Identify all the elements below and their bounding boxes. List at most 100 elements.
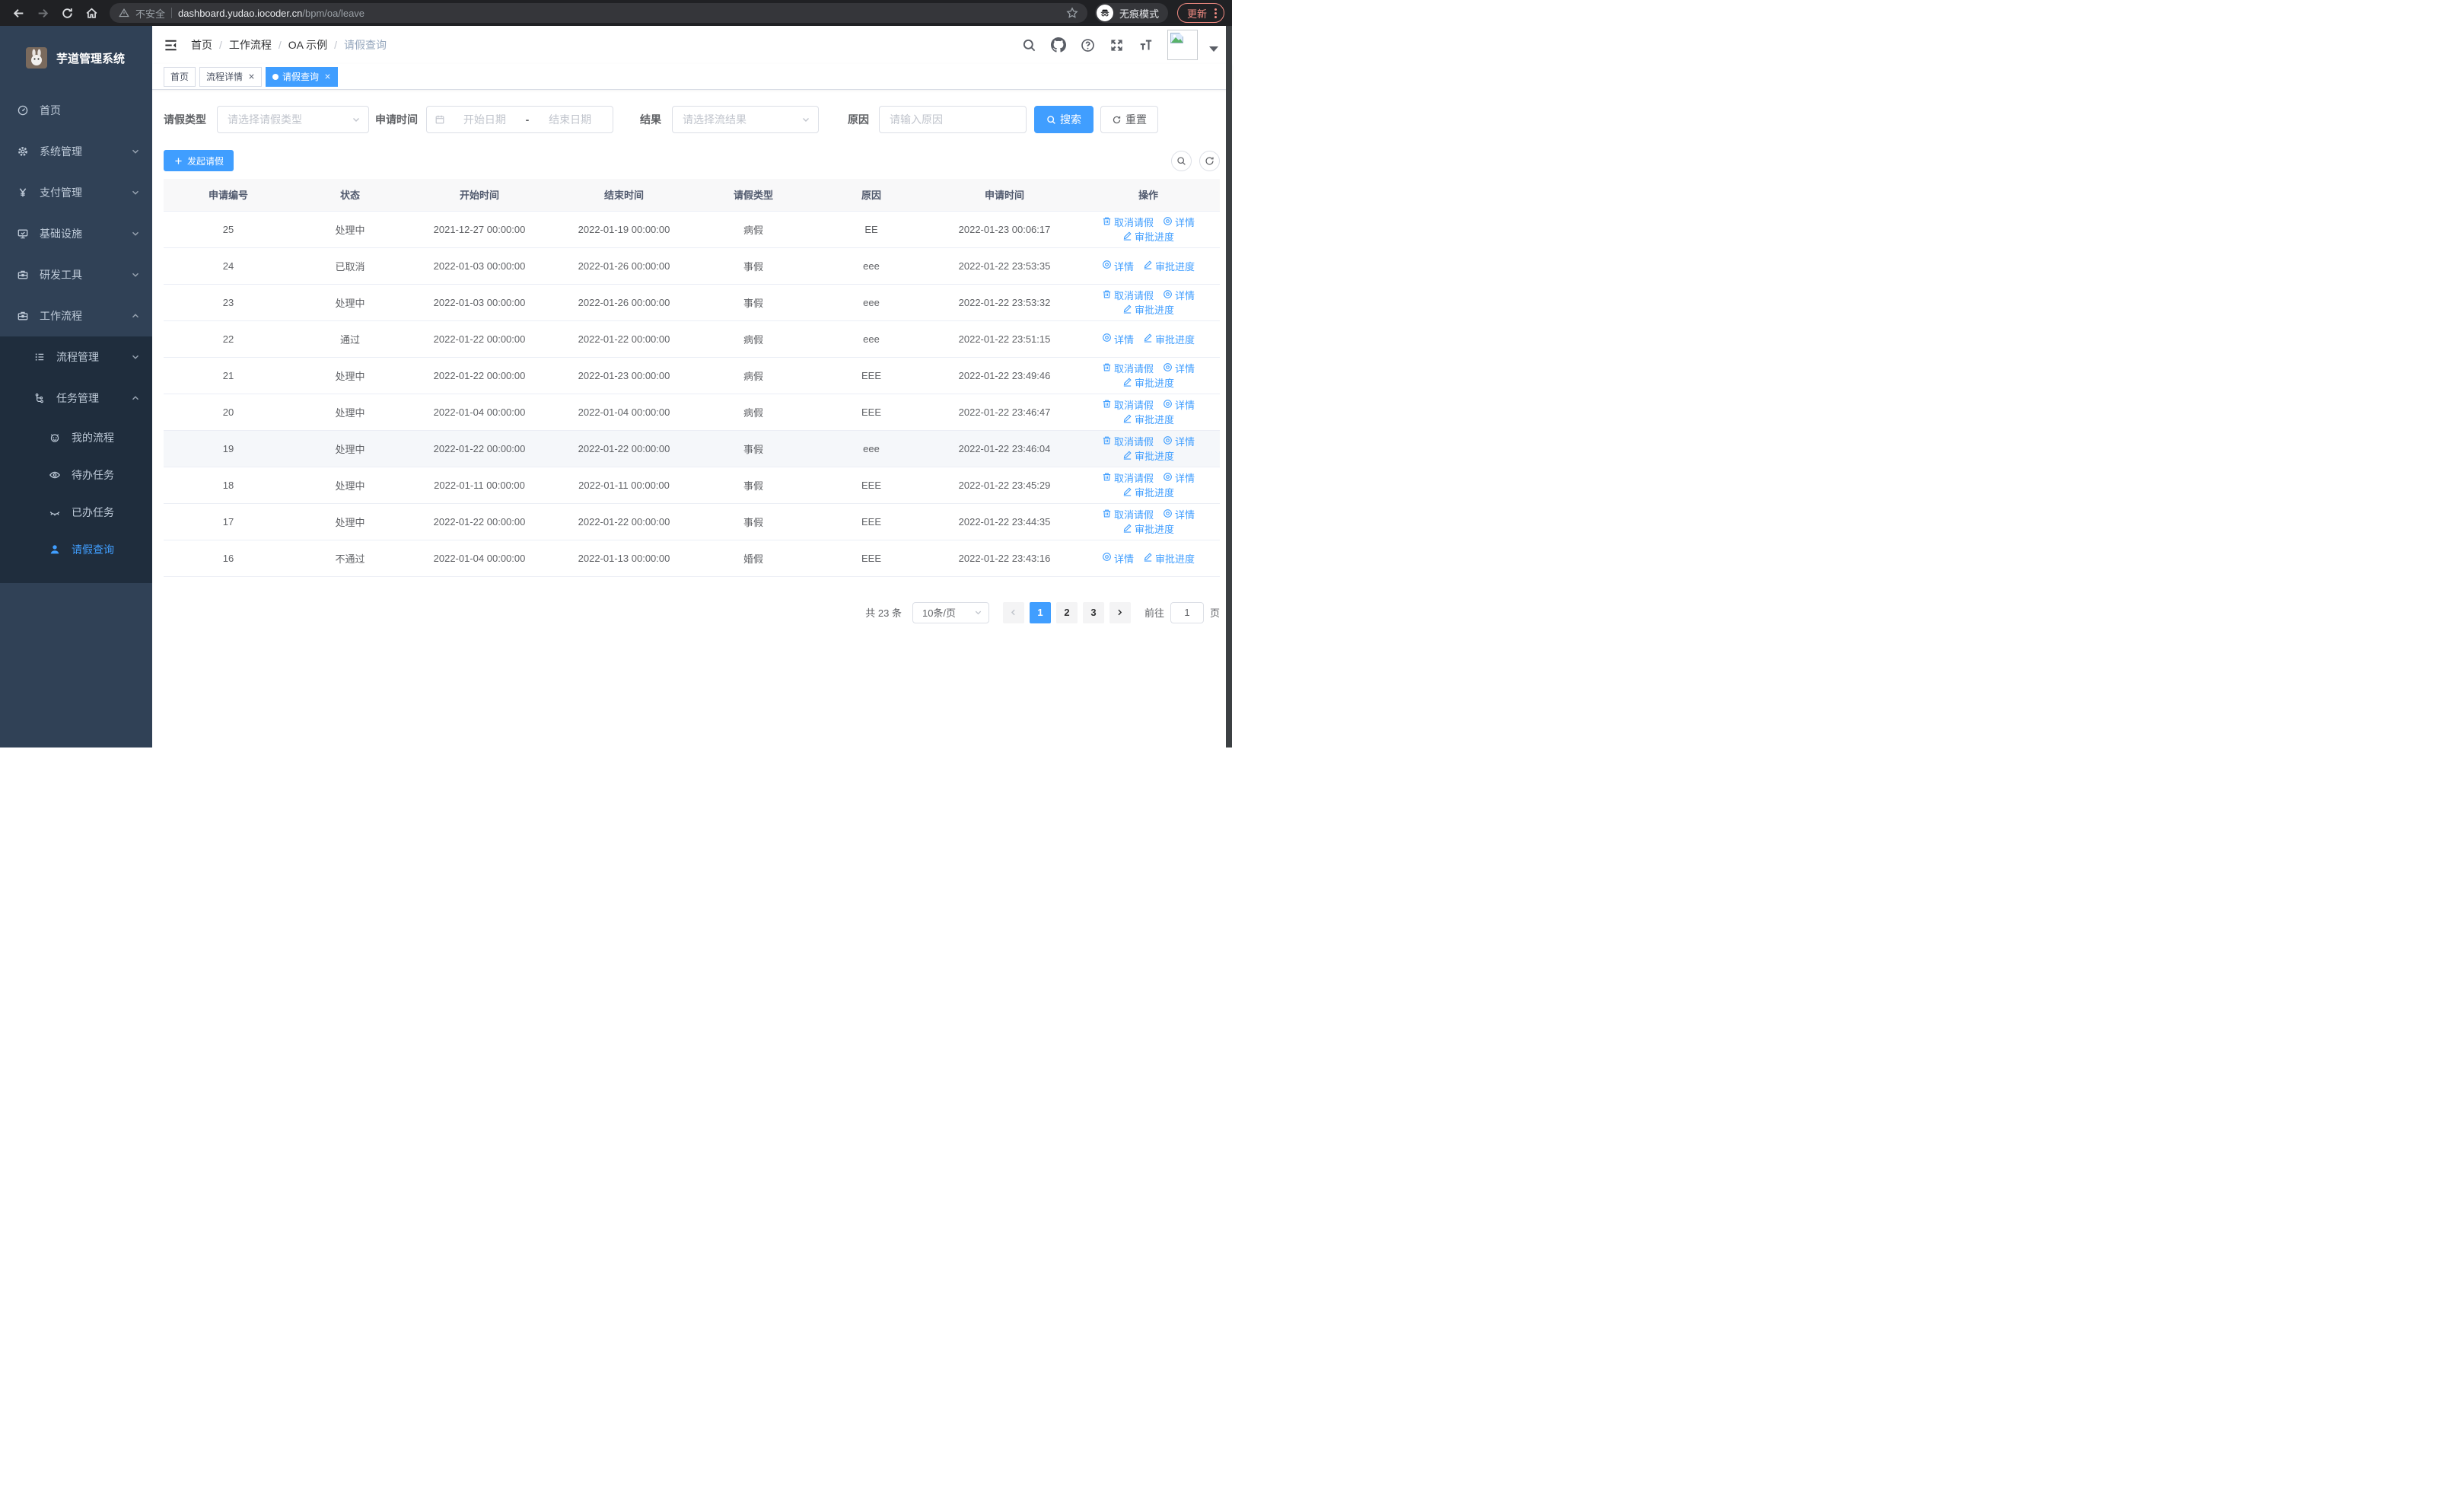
yen-icon (17, 186, 29, 199)
github-icon[interactable] (1051, 37, 1066, 53)
sidebar-item-请假查询[interactable]: 请假查询 (0, 531, 152, 568)
cancel-action-link[interactable]: 取消请假 (1102, 288, 1154, 302)
progress-action-link[interactable]: 审批进度 (1122, 485, 1174, 499)
not-secure-warning-icon[interactable] (119, 8, 129, 18)
sidebar-item-我的流程[interactable]: 我的流程 (0, 419, 152, 456)
browser-scrollbar[interactable] (1226, 26, 1232, 748)
cancel-action-link[interactable]: 取消请假 (1102, 361, 1154, 375)
app-logo-row[interactable]: 芋道管理系统 (0, 26, 152, 90)
result-select[interactable]: 请选择流结果 (672, 106, 819, 133)
detail-action-link[interactable]: 详情 (1163, 288, 1195, 302)
next-page-button[interactable] (1109, 601, 1131, 623)
detail-action-link[interactable]: 详情 (1163, 397, 1195, 412)
browser-reload-icon[interactable] (56, 2, 78, 24)
cancel-action-link[interactable]: 取消请假 (1102, 397, 1154, 412)
chevron-down-icon (131, 188, 140, 197)
breadcrumb-item[interactable]: 工作流程 (229, 37, 272, 53)
detail-action-link[interactable]: 详情 (1163, 434, 1195, 448)
avatar-caret-icon[interactable] (1209, 46, 1218, 52)
progress-action-link[interactable]: 审批进度 (1122, 412, 1174, 426)
browser-home-icon[interactable] (81, 2, 102, 24)
sidebar-item-label: 待办任务 (72, 468, 114, 481)
tab-流程详情[interactable]: 流程详情 (199, 66, 263, 87)
detail-action-link[interactable]: 详情 (1163, 470, 1195, 485)
page-size-select[interactable]: 10条/页 (912, 601, 989, 623)
tab-首页[interactable]: 首页 (164, 66, 196, 87)
create-leave-button[interactable]: 发起请假 (164, 150, 234, 171)
bookmark-star-icon[interactable] (1066, 7, 1078, 19)
sidebar-item-系统管理[interactable]: 系统管理 (0, 131, 152, 172)
tab-请假查询[interactable]: 请假查询 (266, 66, 339, 87)
app-logo (26, 47, 47, 69)
progress-action-link[interactable]: 审批进度 (1122, 448, 1174, 463)
sidebar-item-已办任务[interactable]: 已办任务 (0, 493, 152, 531)
browser-update-button[interactable]: 更新 (1176, 3, 1224, 23)
browser-toolbar: 不安全 dashboard.yudao.iocoder.cn/bpm/oa/le… (0, 0, 1232, 26)
cell-start: 2022-01-22 00:00:00 (407, 320, 552, 358)
sidebar-item-任务管理[interactable]: 任务管理 (0, 378, 152, 419)
progress-action-link[interactable]: 审批进度 (1122, 521, 1174, 536)
progress-action-link[interactable]: 审批进度 (1122, 302, 1174, 317)
fullscreen-icon[interactable] (1109, 38, 1124, 53)
eye-icon (1163, 362, 1173, 375)
browser-back-icon[interactable] (8, 2, 29, 24)
detail-action-link[interactable]: 详情 (1102, 551, 1134, 566)
detail-action-link[interactable]: 详情 (1163, 507, 1195, 521)
cell-type: 事假 (696, 247, 810, 285)
progress-action-link[interactable]: 审批进度 (1143, 332, 1195, 346)
leave-type-select[interactable]: 请选择请假类型 (217, 106, 369, 133)
sidebar-item-研发工具[interactable]: 研发工具 (0, 254, 152, 295)
cancel-action-link[interactable]: 取消请假 (1102, 215, 1154, 229)
apply-time-range-picker[interactable]: 开始日期 - 结束日期 (426, 106, 613, 133)
cell-reason: eee (810, 284, 932, 321)
eye-icon (1163, 435, 1173, 448)
refresh-table-button[interactable] (1199, 150, 1220, 171)
cancel-action-link[interactable]: 取消请假 (1102, 507, 1154, 521)
page-button-2[interactable]: 2 (1055, 601, 1078, 623)
search-button[interactable]: 搜索 (1034, 106, 1094, 133)
detail-action-link[interactable]: 详情 (1163, 215, 1195, 229)
reset-button[interactable]: 重置 (1100, 106, 1158, 133)
progress-action-link[interactable]: 审批进度 (1122, 229, 1174, 244)
reason-input[interactable] (880, 107, 1026, 132)
sidebar-item-首页[interactable]: 首页 (0, 90, 152, 131)
address-bar[interactable]: 不安全 dashboard.yudao.iocoder.cn/bpm/oa/le… (110, 3, 1087, 23)
sidebar-item-支付管理[interactable]: 支付管理 (0, 172, 152, 213)
sidebar-item-工作流程[interactable]: 工作流程 (0, 295, 152, 336)
prev-page-button[interactable] (1002, 601, 1024, 623)
help-icon[interactable] (1081, 38, 1095, 53)
avatar[interactable] (1167, 30, 1198, 60)
show-search-toggle-button[interactable] (1171, 150, 1192, 171)
breadcrumb-item[interactable]: OA 示例 (288, 37, 327, 53)
cancel-action-link[interactable]: 取消请假 (1102, 470, 1154, 485)
font-size-icon[interactable] (1138, 38, 1153, 53)
goto-page-input[interactable] (1170, 601, 1204, 623)
header-search-icon[interactable] (1022, 38, 1036, 53)
progress-action-link[interactable]: 审批进度 (1143, 259, 1195, 273)
cell-start: 2022-01-03 00:00:00 (407, 247, 552, 285)
detail-action-link[interactable]: 详情 (1102, 259, 1134, 273)
sidebar-collapse-icon[interactable] (164, 38, 178, 53)
cell-actions: 取消请假 详情 审批进度 (1077, 503, 1220, 540)
cell-id: 21 (164, 357, 293, 394)
progress-action-link[interactable]: 审批进度 (1122, 375, 1174, 390)
cancel-action-link[interactable]: 取消请假 (1102, 434, 1154, 448)
tab-close-icon[interactable] (324, 73, 331, 80)
sidebar-item-基础设施[interactable]: 基础设施 (0, 213, 152, 254)
progress-action-link[interactable]: 审批进度 (1143, 551, 1195, 566)
tab-close-icon[interactable] (248, 73, 255, 80)
sidebar-item-待办任务[interactable]: 待办任务 (0, 456, 152, 493)
detail-action-link[interactable]: 详情 (1163, 361, 1195, 375)
browser-forward-icon[interactable] (32, 2, 53, 24)
page-button-3[interactable]: 3 (1082, 601, 1104, 623)
page-button-1[interactable]: 1 (1029, 601, 1051, 623)
gear-icon (17, 145, 29, 158)
browser-menu-icon[interactable] (1214, 8, 1217, 18)
sidebar-item-流程管理[interactable]: 流程管理 (0, 336, 152, 378)
cell-apply: 2022-01-22 23:44:35 (932, 503, 1077, 540)
breadcrumb-item[interactable]: 首页 (191, 37, 212, 53)
cell-start: 2022-01-22 00:00:00 (407, 503, 552, 540)
detail-action-link[interactable]: 详情 (1102, 332, 1134, 346)
cell-status: 处理中 (293, 357, 407, 394)
cell-end: 2022-01-11 00:00:00 (552, 467, 696, 504)
